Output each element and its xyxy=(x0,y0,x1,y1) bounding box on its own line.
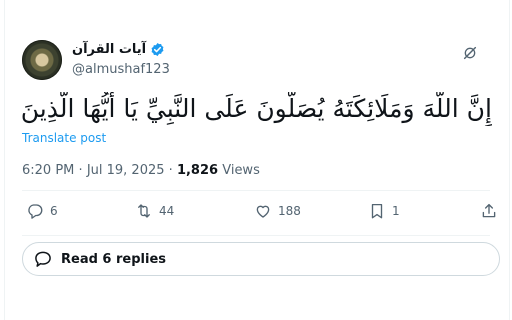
repost-button[interactable]: 44 xyxy=(135,202,174,220)
views-count: 1,826 xyxy=(176,163,219,178)
tweet-time[interactable]: 6:20 PM xyxy=(22,163,74,178)
repost-icon xyxy=(138,204,150,218)
divider xyxy=(22,190,490,191)
bookmark-icon xyxy=(371,203,383,219)
author-name-row[interactable]: آيات القرآن xyxy=(72,42,165,57)
tweet-date[interactable]: Jul 19, 2025 xyxy=(87,163,165,178)
read-replies-button[interactable]: Read 6 replies xyxy=(22,242,500,276)
like-count: 188 xyxy=(278,204,301,218)
tweet-text: إِنَّ اللَّهَ وَمَلَائِكَتَهُ يُصَلُّونَ… xyxy=(20,94,492,123)
verified-badge-icon xyxy=(151,42,164,57)
views-label: Views xyxy=(222,163,260,178)
reply-icon xyxy=(28,204,43,219)
tweet-meta: 6:20 PM · Jul 19, 2025 · 1,826 Views xyxy=(22,163,260,178)
speech-bubble-icon xyxy=(35,251,51,267)
bookmark-button[interactable]: 1 xyxy=(368,202,400,220)
divider xyxy=(22,235,490,236)
left-border xyxy=(4,0,5,320)
grok-icon[interactable] xyxy=(462,45,478,61)
reply-count: 6 xyxy=(50,204,58,218)
avatar[interactable] xyxy=(22,40,62,80)
bookmark-count: 1 xyxy=(392,204,400,218)
display-name[interactable]: آيات القرآن xyxy=(72,42,146,57)
translate-post-link[interactable]: Translate post xyxy=(22,131,106,145)
share-icon xyxy=(482,203,496,218)
reply-button[interactable]: 6 xyxy=(26,202,58,220)
like-button[interactable]: 188 xyxy=(254,202,301,220)
share-button[interactable] xyxy=(480,202,498,220)
tweet-card: آيات القرآن @almushaf123 إِنَّ اللَّهَ و… xyxy=(0,0,512,320)
right-border xyxy=(509,0,510,320)
handle[interactable]: @almushaf123 xyxy=(72,62,170,77)
like-icon xyxy=(256,205,270,218)
read-replies-label: Read 6 replies xyxy=(61,251,167,267)
meta-separator: · xyxy=(78,163,83,178)
meta-separator: · xyxy=(168,163,173,178)
repost-count: 44 xyxy=(159,204,175,218)
